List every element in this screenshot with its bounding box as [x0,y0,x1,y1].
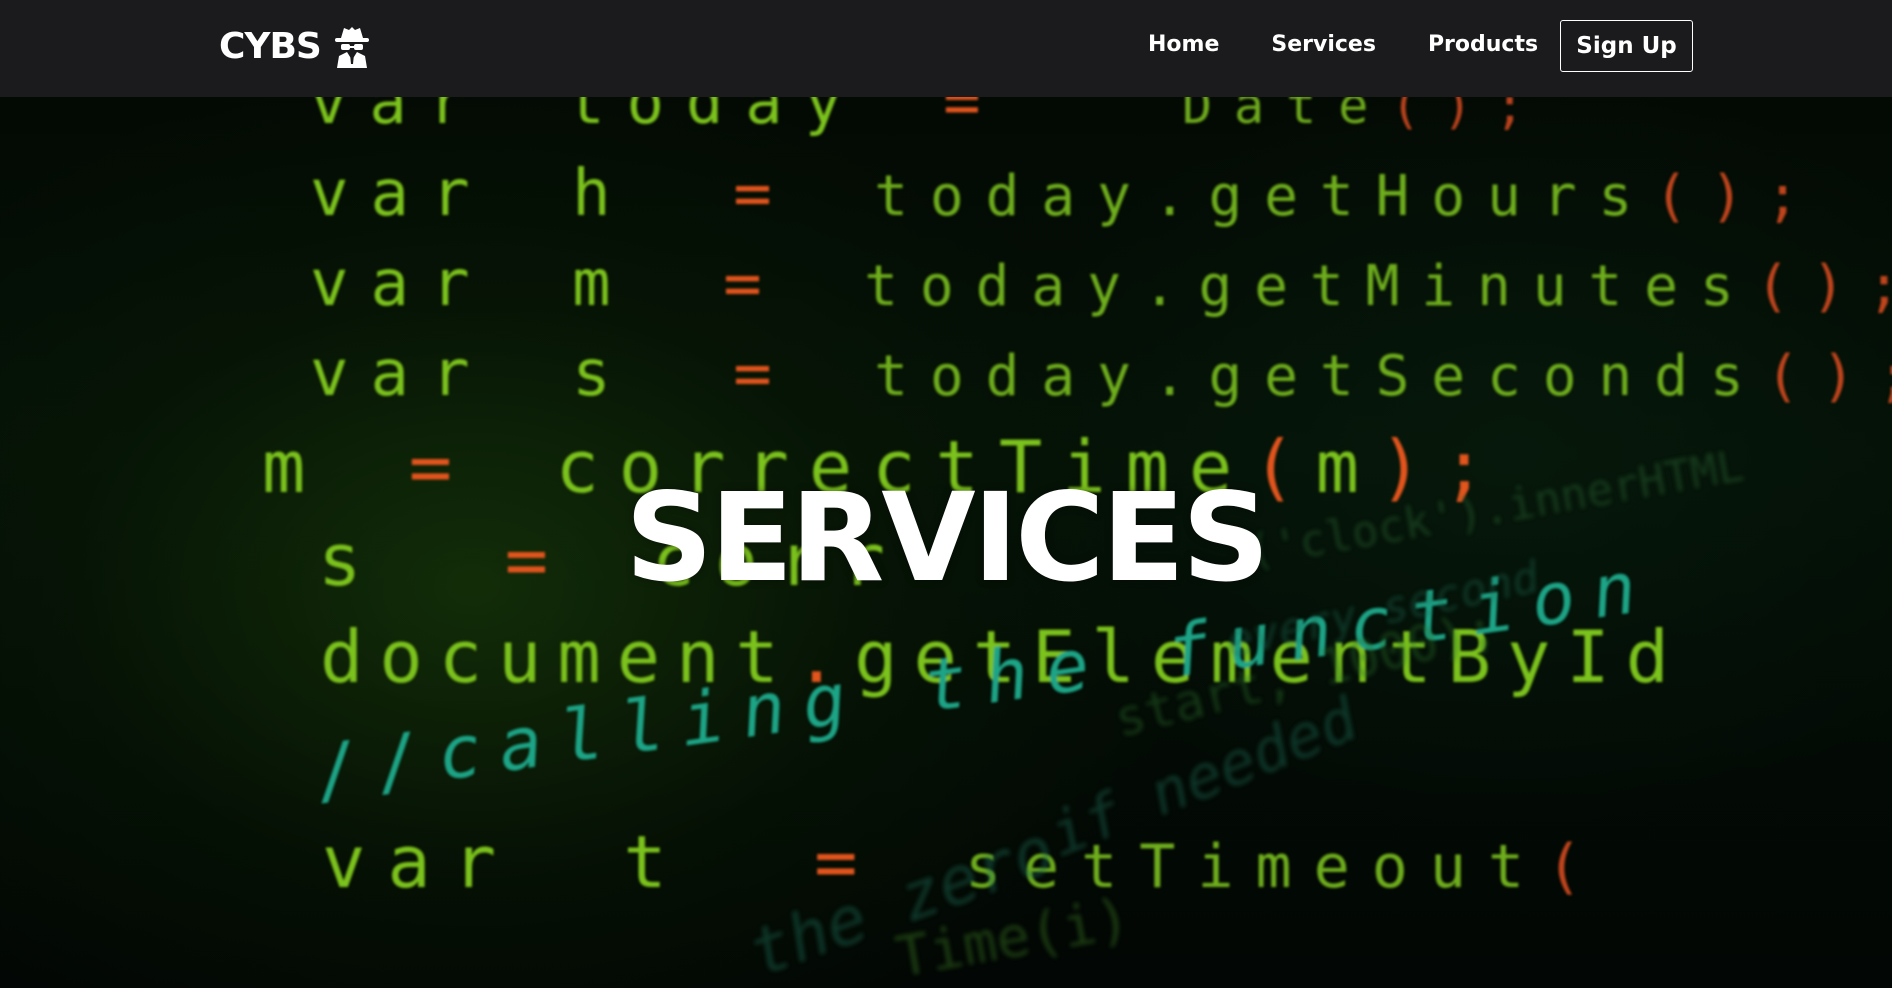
code-line: var m = today.getMinutes(); [310,247,1892,321]
code-line: var s = today.getSeconds(); [310,337,1892,411]
hero-title: SERVICES [625,467,1270,609]
hero-section: var today = Date(); var h = today.getHou… [0,97,1892,988]
spy-icon [333,24,371,68]
code-line: var today = Date(); [310,97,1547,138]
code-line: var h = today.getHours(); [310,157,1821,231]
nav-links: Home Services Products [1148,32,1590,57]
navbar: CYBS Home Services Products Sign Up [0,0,1892,97]
nav-link-services[interactable]: Services [1271,32,1376,57]
signup-button[interactable]: Sign Up [1560,20,1693,72]
nav-link-products[interactable]: Products [1428,32,1538,57]
nav-link-home[interactable]: Home [1148,32,1219,57]
brand-logo[interactable]: CYBS [219,24,371,68]
brand-name: CYBS [219,25,322,67]
